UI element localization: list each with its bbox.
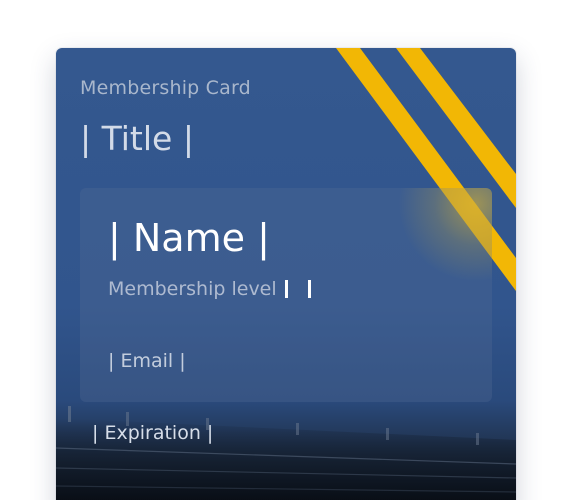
membership-level-value [284, 280, 311, 298]
member-name: | Name | [108, 216, 270, 260]
member-email: | Email | [108, 350, 186, 372]
card-label: Membership Card [80, 77, 251, 99]
membership-level-row: Membership level [108, 278, 311, 300]
page: Membership Card | Title | | Name | Membe… [0, 0, 570, 500]
membership-card: Membership Card | Title | | Name | Membe… [56, 48, 516, 500]
membership-level-label: Membership level [108, 278, 277, 300]
card-title: | Title | [80, 119, 194, 158]
member-info-panel: | Name | Membership level | Email | [80, 188, 492, 402]
expiration-date: | Expiration | [92, 422, 214, 444]
